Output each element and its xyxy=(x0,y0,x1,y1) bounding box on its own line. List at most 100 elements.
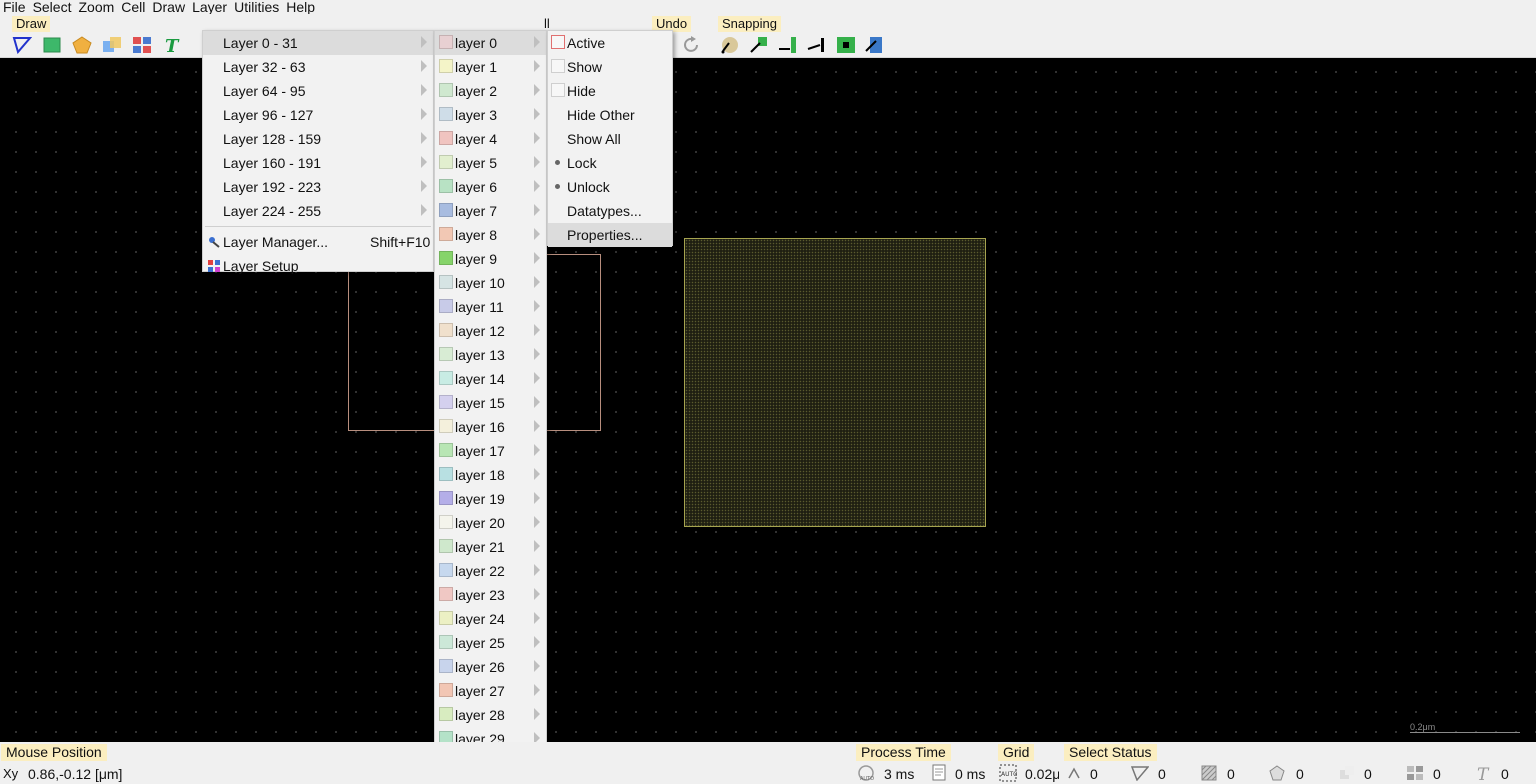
menu-item-hide[interactable]: Hide xyxy=(548,79,672,103)
menu-item-label: layer 27 xyxy=(455,683,505,699)
layer-menu-item[interactable]: layer 3 xyxy=(435,103,546,127)
menu-item-layer-32-63[interactable]: Layer 32 - 63 xyxy=(203,55,433,79)
menu-item-layer-64-95[interactable]: Layer 64 - 95 xyxy=(203,79,433,103)
layer-menu-item[interactable]: layer 14 xyxy=(435,367,546,391)
layer-menu-item[interactable]: layer 5 xyxy=(435,151,546,175)
filled-box-shape[interactable] xyxy=(684,238,986,527)
menu-select[interactable]: Select xyxy=(30,0,76,14)
text-tool-icon[interactable]: T xyxy=(160,34,184,56)
unlock-radio-icon xyxy=(555,184,560,189)
menu-item-datatypes[interactable]: Datatypes... xyxy=(548,199,672,223)
layer-menu-item[interactable]: layer 12 xyxy=(435,319,546,343)
layer-menu-item[interactable]: layer 18 xyxy=(435,463,546,487)
menu-item-lock[interactable]: Lock xyxy=(548,151,672,175)
menu-item-hide-other[interactable]: Hide Other xyxy=(548,103,672,127)
menu-item-layer-224-255[interactable]: Layer 224 - 255 xyxy=(203,199,433,223)
menu-item-layer-192-223[interactable]: Layer 192 - 223 xyxy=(203,175,433,199)
menu-item-show-all[interactable]: Show All xyxy=(548,127,672,151)
polygon-shape-icon[interactable] xyxy=(70,34,94,56)
svg-text:T: T xyxy=(1477,765,1490,782)
snap-point-icon[interactable] xyxy=(718,34,742,56)
menu-item-layer-0-31[interactable]: Layer 0 - 31 xyxy=(203,31,433,55)
snap-middle-icon[interactable] xyxy=(805,34,829,56)
layer-menu-item[interactable]: layer 7 xyxy=(435,199,546,223)
layer-menu-item[interactable]: layer 28 xyxy=(435,703,546,727)
layer-menu-item[interactable]: layer 25 xyxy=(435,631,546,655)
menu-item-label: Show All xyxy=(567,131,621,147)
layer-color-swatch xyxy=(439,443,453,457)
menu-item-properties[interactable]: Properties... xyxy=(548,223,672,247)
layer-menu-item[interactable]: layer 16 xyxy=(435,415,546,439)
layer-menu-item[interactable]: layer 10 xyxy=(435,271,546,295)
layer-color-swatch xyxy=(439,707,453,721)
menu-file[interactable]: File xyxy=(0,0,30,14)
layer-menu-item[interactable]: layer 2 xyxy=(435,79,546,103)
select-count-arrays: 0 xyxy=(1433,766,1441,782)
submenu-arrow-icon xyxy=(421,180,427,192)
menu-layer[interactable]: Layer xyxy=(189,0,231,14)
grid-auto-icon[interactable]: AUTO xyxy=(999,764,1017,782)
menu-item-layer-160-191[interactable]: Layer 160 - 191 xyxy=(203,151,433,175)
layer-menu-item[interactable]: layer 21 xyxy=(435,535,546,559)
menu-item-label: Hide xyxy=(567,83,596,99)
snap-center-icon[interactable] xyxy=(834,34,858,56)
layer-menu-item[interactable]: layer 17 xyxy=(435,439,546,463)
snap-edge-icon[interactable] xyxy=(776,34,800,56)
menu-zoom[interactable]: Zoom xyxy=(75,0,118,14)
layer-menu-item[interactable]: layer 15 xyxy=(435,391,546,415)
svg-text:AUTO: AUTO xyxy=(1001,771,1017,778)
submenu-arrow-icon xyxy=(421,132,427,144)
snap-corner-icon[interactable] xyxy=(747,34,771,56)
menu-item-unlock[interactable]: Unlock xyxy=(548,175,672,199)
active-checkbox[interactable] xyxy=(551,35,565,49)
menu-item-label: layer 11 xyxy=(455,299,504,315)
array-tool-icon[interactable] xyxy=(130,34,154,56)
layer-menu-item[interactable]: layer 22 xyxy=(435,559,546,583)
box-tool-icon[interactable] xyxy=(40,34,64,56)
layer-setup-icon xyxy=(208,260,220,272)
menu-item-layer-96-127[interactable]: Layer 96 - 127 xyxy=(203,103,433,127)
auto-process-icon[interactable]: AUTO xyxy=(857,764,875,782)
layer-menu-item[interactable]: layer 26 xyxy=(435,655,546,679)
layer-menu-item[interactable]: layer 0 xyxy=(435,31,546,55)
menu-help[interactable]: Help xyxy=(283,0,319,14)
layer-menu-item[interactable]: layer 9 xyxy=(435,247,546,271)
layer-menu-item[interactable]: layer 24 xyxy=(435,607,546,631)
layer-menu-item[interactable]: layer 11 xyxy=(435,295,546,319)
hide-checkbox[interactable] xyxy=(551,83,565,97)
layer-menu-item[interactable]: layer 23 xyxy=(435,583,546,607)
boolean-tool-icon[interactable] xyxy=(100,34,124,56)
process-time-value-1: 3 ms xyxy=(884,766,915,782)
menu-item-active[interactable]: Active xyxy=(548,31,672,55)
menu-item-layer-setup[interactable]: Layer Setup xyxy=(203,254,433,278)
redo-icon[interactable] xyxy=(680,34,704,56)
submenu-arrow-icon xyxy=(534,84,540,96)
layer-menu-item[interactable]: layer 6 xyxy=(435,175,546,199)
submenu-arrow-icon xyxy=(534,540,540,552)
menu-item-label: Layer 32 - 63 xyxy=(223,59,306,75)
layer-menu-item[interactable]: layer 20 xyxy=(435,511,546,535)
layer-menu-item[interactable]: layer 8 xyxy=(435,223,546,247)
layer-menu-item[interactable]: layer 27 xyxy=(435,679,546,703)
polygon-tool-icon[interactable] xyxy=(10,34,34,56)
layers-submenu: layer 0 layer 1 layer 2 layer 3 layer 4 layer… xyxy=(434,30,547,784)
menu-item-label: Layer Setup xyxy=(223,258,299,274)
layer-menu-item[interactable]: layer 4 xyxy=(435,127,546,151)
layer-menu-item[interactable]: layer 13 xyxy=(435,343,546,367)
snap-grid-icon[interactable] xyxy=(863,34,887,56)
menu-utilities[interactable]: Utilities xyxy=(231,0,283,14)
layer-menu-item[interactable]: layer 1 xyxy=(435,55,546,79)
layer-menu-item[interactable]: layer 19 xyxy=(435,487,546,511)
menu-item-layer-128-159[interactable]: Layer 128 - 159 xyxy=(203,127,433,151)
select-array-icon xyxy=(1406,764,1424,782)
select-boolean-icon xyxy=(1338,764,1356,782)
menu-item-label: Unlock xyxy=(567,179,610,195)
menu-item-layer-manager[interactable]: Layer Manager... Shift+F10 xyxy=(203,230,433,254)
menu-item-label: Layer 192 - 223 xyxy=(223,179,322,195)
select-polygon-icon xyxy=(1131,764,1149,782)
submenu-arrow-icon xyxy=(534,492,540,504)
menu-cell[interactable]: Cell xyxy=(118,0,149,14)
menu-draw[interactable]: Draw xyxy=(149,0,189,14)
show-checkbox[interactable] xyxy=(551,59,565,73)
menu-item-show[interactable]: Show xyxy=(548,55,672,79)
